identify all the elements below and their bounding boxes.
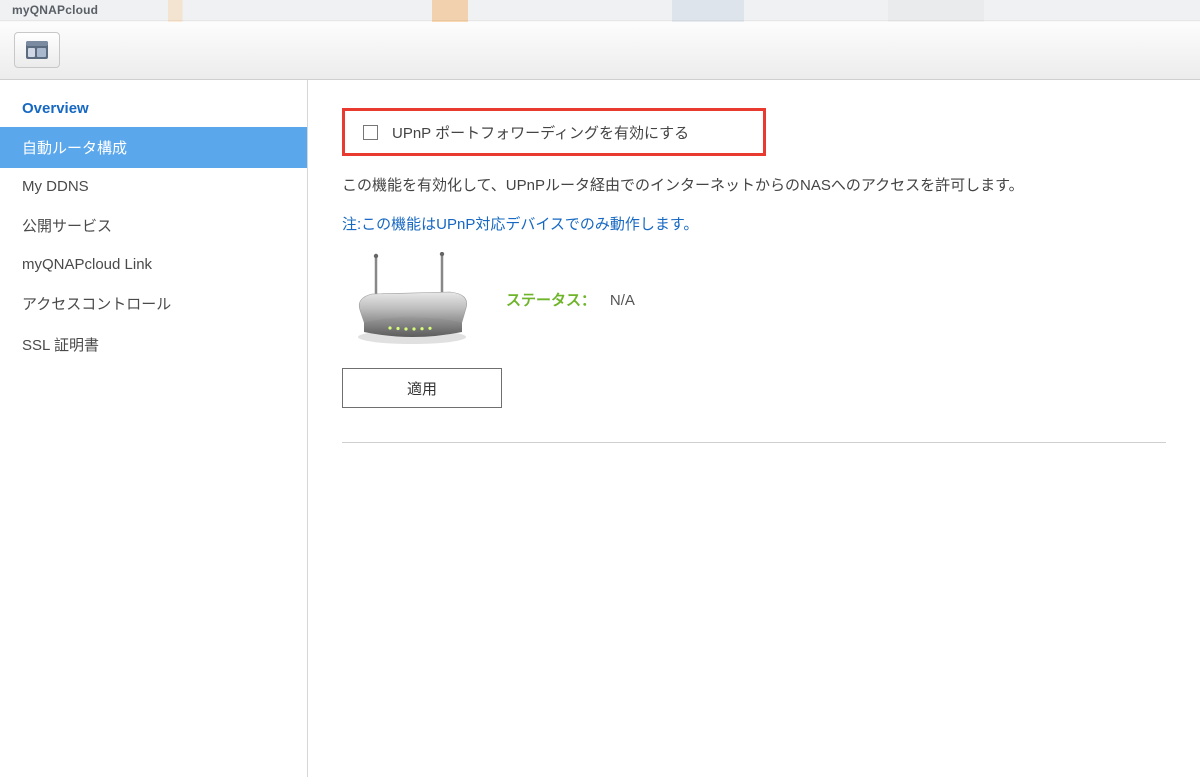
sidebar-item-published-services[interactable]: 公開サービス <box>0 205 307 246</box>
dashboard-icon <box>26 41 48 59</box>
upnp-enable-label: UPnP ポートフォワーディングを有効にする <box>392 122 689 143</box>
apply-button[interactable]: 適用 <box>342 368 502 408</box>
app-titlebar: myQNAPcloud <box>0 0 1200 20</box>
note-prefix: 注: <box>342 216 361 233</box>
router-icon <box>342 252 482 346</box>
status-value: N/A <box>610 292 635 309</box>
sidebar-item-label: myQNAPcloud Link <box>22 256 152 273</box>
upnp-note: 注:この機能はUPnP対応デバイスでのみ動作します。 <box>342 213 1166 234</box>
upnp-enable-highlight: UPnP ポートフォワーディングを有効にする <box>342 108 766 156</box>
sidebar-item-label: Overview <box>22 100 89 117</box>
sidebar-item-label: アクセスコントロール <box>22 296 171 313</box>
overview-toolbar-button[interactable] <box>14 32 60 68</box>
status-text-group: ステータス： N/A <box>506 289 635 310</box>
section-divider <box>342 442 1166 443</box>
upnp-description: この機能を有効化して、UPnPルータ経由でのインターネットからのNASへのアクセ… <box>342 172 1166 199</box>
sidebar-item-my-ddns[interactable]: My DDNS <box>0 168 307 205</box>
main-panel: UPnP ポートフォワーディングを有効にする この機能を有効化して、UPnPルー… <box>308 80 1200 777</box>
upnp-enable-checkbox[interactable] <box>363 125 378 140</box>
sidebar-item-label: SSL 証明書 <box>22 337 99 354</box>
toolbar <box>0 20 1200 80</box>
sidebar: Overview 自動ルータ構成 My DDNS 公開サービス myQNAPcl… <box>0 80 308 777</box>
note-text: この機能はUPnP対応デバイスでのみ動作します。 <box>361 216 698 233</box>
sidebar-item-ssl-cert[interactable]: SSL 証明書 <box>0 324 307 365</box>
app-title: myQNAPcloud <box>12 3 98 17</box>
sidebar-item-myqnapcloud-link[interactable]: myQNAPcloud Link <box>0 246 307 283</box>
sidebar-item-overview[interactable]: Overview <box>0 90 307 127</box>
sidebar-item-auto-router-config[interactable]: 自動ルータ構成 <box>0 127 307 168</box>
sidebar-item-label: 自動ルータ構成 <box>22 140 127 157</box>
sidebar-item-label: My DDNS <box>22 178 89 195</box>
sidebar-item-label: 公開サービス <box>22 218 112 235</box>
sidebar-item-access-control[interactable]: アクセスコントロール <box>0 283 307 324</box>
status-label: ステータス： <box>506 292 596 309</box>
status-row: ステータス： N/A <box>342 252 1166 346</box>
